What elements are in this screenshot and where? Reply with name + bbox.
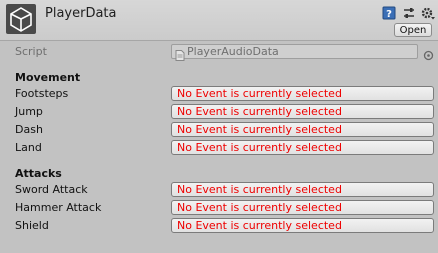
prop-row-jump: Jump No Event is currently selected [0,104,438,120]
prop-label: Hammer Attack [15,201,102,214]
svg-text:?: ? [386,9,392,20]
prop-row-land: Land No Event is currently selected [0,140,438,156]
event-value: No Event is currently selected [177,87,342,100]
prop-row-shield: Shield No Event is currently selected [0,218,438,234]
asset-title: PlayerData [45,6,117,21]
help-icon[interactable]: ? [382,5,396,20]
event-value: No Event is currently selected [177,219,342,232]
section-title-attacks: Attacks [15,167,62,180]
script-file-icon [175,46,185,61]
unity-logo-icon [6,4,36,34]
prop-label: Shield [15,219,49,232]
section-title-movement: Movement [15,71,81,84]
prop-label: Sword Attack [15,183,88,196]
event-value: No Event is currently selected [177,183,342,196]
inspector-panel: PlayerData ? Open Script PlayerAudioData… [0,0,438,253]
event-selector-land[interactable]: No Event is currently selected [171,140,434,155]
prop-row-hammer-attack: Hammer Attack No Event is currently sele… [0,200,438,216]
prop-label: Land [15,141,42,154]
object-picker-icon[interactable] [423,46,434,61]
event-value: No Event is currently selected [177,201,342,214]
prop-label: Jump [15,105,43,118]
script-row: Script PlayerAudioData [0,44,438,61]
script-label: Script [15,45,47,58]
event-selector-footsteps[interactable]: No Event is currently selected [171,86,434,101]
prop-row-sword-attack: Sword Attack No Event is currently selec… [0,182,438,198]
event-selector-hammer-attack[interactable]: No Event is currently selected [171,200,434,215]
prop-row-footsteps: Footsteps No Event is currently selected [0,86,438,102]
event-selector-dash[interactable]: No Event is currently selected [171,122,434,137]
presets-icon[interactable] [402,5,416,19]
open-button[interactable]: Open [394,23,432,37]
prop-label: Footsteps [15,87,69,100]
event-selector-jump[interactable]: No Event is currently selected [171,104,434,119]
event-selector-shield[interactable]: No Event is currently selected [171,218,434,233]
prop-label: Dash [15,123,43,136]
script-field[interactable]: PlayerAudioData [171,44,418,61]
script-value: PlayerAudioData [187,45,279,58]
prop-row-dash: Dash No Event is currently selected [0,122,438,138]
gear-icon[interactable] [421,5,435,20]
inspector-header: PlayerData ? Open [0,0,438,41]
event-selector-sword-attack[interactable]: No Event is currently selected [171,182,434,197]
event-value: No Event is currently selected [177,141,342,154]
event-value: No Event is currently selected [177,105,342,118]
event-value: No Event is currently selected [177,123,342,136]
